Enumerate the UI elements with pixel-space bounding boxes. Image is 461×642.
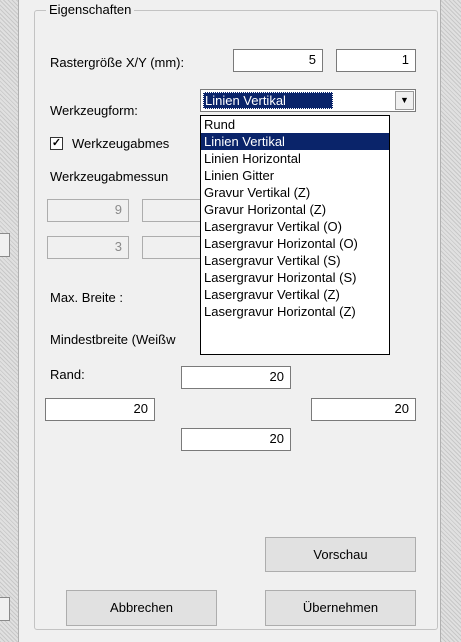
side-tab-handle[interactable] <box>0 233 10 257</box>
margin-bottom-input[interactable]: 20 <box>181 428 291 451</box>
dropdown-option[interactable]: Gravur Horizontal (Z) <box>201 201 389 218</box>
checkmark-icon: ✓ <box>51 137 62 149</box>
dropdown-option[interactable]: Lasergravur Horizontal (Z) <box>201 303 389 320</box>
dropdown-option[interactable]: Lasergravur Vertikal (S) <box>201 252 389 269</box>
chevron-down-icon[interactable]: ▼ <box>395 91 414 110</box>
tool-size-checkbox-label: Werkzeugabmes <box>72 136 170 151</box>
dropdown-option[interactable]: Lasergravur Vertikal (O) <box>201 218 389 235</box>
dropdown-option[interactable]: Linien Gitter <box>201 167 389 184</box>
side-tab-handle[interactable] <box>0 597 10 621</box>
tool-size-input-2 <box>142 199 202 222</box>
tool-size-input-3: 3 <box>47 236 129 259</box>
dropdown-option[interactable]: Linien Vertikal <box>201 133 389 150</box>
left-hatched-border <box>0 0 18 642</box>
dropdown-option[interactable]: Gravur Vertikal (Z) <box>201 184 389 201</box>
cancel-button[interactable]: Abbrechen <box>66 590 217 626</box>
dropdown-option[interactable]: Lasergravur Horizontal (O) <box>201 235 389 252</box>
tool-shape-label: Werkzeugform: <box>50 103 138 118</box>
tool-shape-select[interactable]: Linien Vertikal ▼ <box>200 89 416 112</box>
tool-shape-selected-value: Linien Vertikal <box>203 92 333 109</box>
tool-size-input-4 <box>142 236 202 259</box>
min-width-label: Mindestbreite (Weißw <box>50 332 176 347</box>
tool-size-checkbox[interactable]: ✓ <box>50 137 63 150</box>
tool-size-label: Werkzeugabmessun <box>50 169 169 184</box>
raster-x-input[interactable]: 5 <box>233 49 323 72</box>
apply-button[interactable]: Übernehmen <box>265 590 416 626</box>
tool-size-input-1: 9 <box>47 199 129 222</box>
groupbox-title: Eigenschaften <box>46 2 135 17</box>
tool-shape-dropdown-list[interactable]: Rund Linien Vertikal Linien Horizontal L… <box>200 115 390 355</box>
raster-y-input[interactable]: 1 <box>336 49 416 72</box>
margin-label: Rand: <box>50 367 85 382</box>
right-hatched-border <box>441 0 461 642</box>
raster-size-label: Rastergröße X/Y (mm): <box>50 55 185 70</box>
dropdown-option[interactable]: Rund <box>201 116 389 133</box>
dropdown-option[interactable]: Linien Horizontal <box>201 150 389 167</box>
max-width-label: Max. Breite : <box>50 290 123 305</box>
dropdown-option[interactable]: Lasergravur Vertikal (Z) <box>201 286 389 303</box>
margin-top-input[interactable]: 20 <box>181 366 291 389</box>
margin-left-input[interactable]: 20 <box>45 398 155 421</box>
dropdown-option[interactable]: Lasergravur Horizontal (S) <box>201 269 389 286</box>
preview-button[interactable]: Vorschau <box>265 537 416 572</box>
margin-right-input[interactable]: 20 <box>311 398 416 421</box>
